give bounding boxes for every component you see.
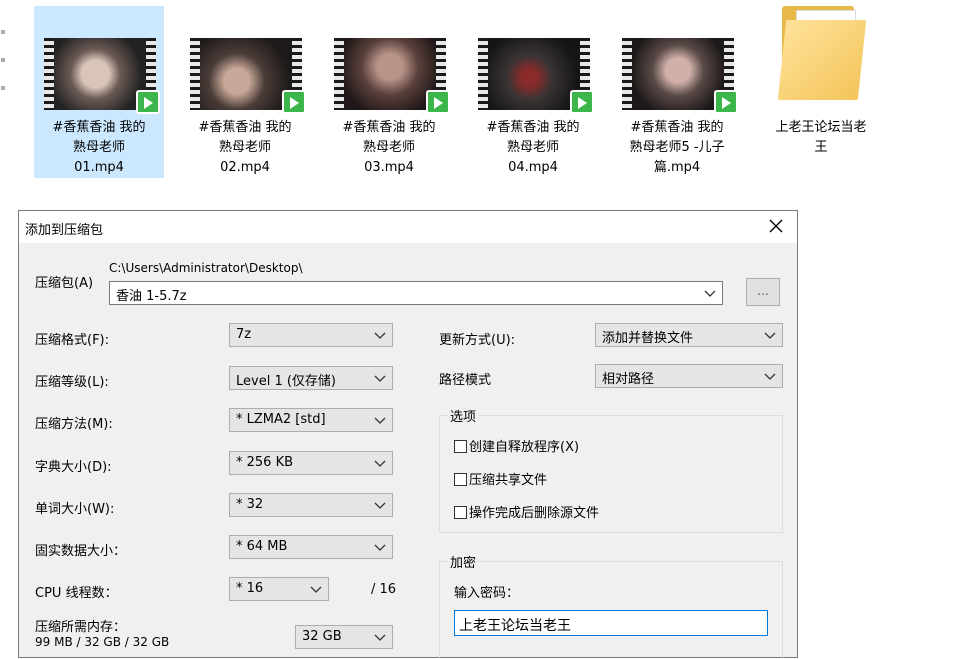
cpu-threads-select[interactable]: * 16	[229, 577, 329, 601]
archive-name-combo[interactable]: 香油 1-5.7z	[109, 281, 723, 305]
file-name: #香蕉香油 我的 熟母老师 02.mp4	[198, 120, 292, 175]
format-select[interactable]: 7z	[229, 323, 393, 347]
dictionary-value: * 256 KB	[236, 455, 294, 470]
dialog-title: 添加到压缩包	[25, 223, 104, 238]
dictionary-select[interactable]: * 256 KB	[229, 451, 393, 475]
video-thumbnail	[478, 38, 594, 114]
chevron-down-icon	[374, 460, 386, 467]
folder-icon	[777, 6, 867, 106]
compress-shared-checkbox[interactable]: 压缩共享文件	[454, 469, 547, 488]
level-label: 压缩等级(L):	[35, 375, 109, 390]
cpu-threads-total: / 16	[371, 582, 397, 597]
file-item-video-01[interactable]: #香蕉香油 我的 熟母老师 01.mp4	[34, 6, 164, 178]
level-value: Level 1 (仅存储)	[236, 374, 336, 389]
browse-button[interactable]: ...	[746, 278, 780, 306]
chevron-down-icon	[374, 502, 386, 509]
dialog-titlebar: 添加到压缩包	[19, 211, 797, 243]
chevron-down-icon	[764, 332, 776, 339]
password-input[interactable]: 上老王论坛当老王	[454, 610, 768, 636]
options-title: 选项	[448, 406, 479, 425]
memory-limit-value: 32 GB	[302, 629, 342, 644]
create-sfx-checkbox[interactable]: 创建自释放程序(X)	[454, 436, 579, 455]
delete-after-label: 操作完成后删除源文件	[469, 506, 600, 521]
delete-after-checkbox[interactable]: 操作完成后删除源文件	[454, 502, 599, 521]
word-size-select[interactable]: * 32	[229, 493, 393, 517]
video-thumbnail	[334, 38, 450, 114]
file-name: #香蕉香油 我的 熟母老师5 -儿子 篇.mp4	[629, 120, 725, 175]
file-item-video-03[interactable]: #香蕉香油 我的 熟母老师 03.mp4	[324, 6, 454, 178]
checkbox-unchecked-icon	[454, 506, 467, 519]
level-select[interactable]: Level 1 (仅存储)	[229, 366, 393, 390]
file-explorer: #香蕉香油 我的 熟母老师 01.mp4 #香蕉香油 我的 熟母老师 02.mp…	[0, 0, 960, 200]
update-mode-label: 更新方式(U):	[439, 333, 516, 348]
method-value: * LZMA2 [std]	[236, 412, 326, 427]
create-sfx-label: 创建自释放程序(X)	[469, 440, 580, 455]
format-value: 7z	[236, 327, 252, 342]
solid-size-label: 固实数据大小：	[35, 544, 127, 559]
file-item-video-05[interactable]: #香蕉香油 我的 熟母老师5 -儿子 篇.mp4	[612, 6, 742, 178]
chevron-down-icon	[374, 417, 386, 424]
word-size-label: 单词大小(W):	[35, 502, 115, 517]
file-name: #香蕉香油 我的 熟母老师 03.mp4	[342, 120, 436, 175]
encryption-title: 加密	[448, 552, 479, 571]
method-select[interactable]: * LZMA2 [std]	[229, 408, 393, 432]
chevron-down-icon	[374, 634, 386, 641]
word-size-value: * 32	[236, 497, 264, 512]
update-mode-value: 添加并替换文件	[602, 331, 694, 346]
dictionary-label: 字典大小(D):	[35, 460, 112, 475]
play-badge-icon	[714, 90, 738, 114]
video-thumbnail	[190, 38, 306, 114]
chevron-down-icon	[374, 332, 386, 339]
close-button[interactable]	[765, 215, 787, 237]
password-label: 输入密码：	[454, 586, 520, 601]
compress-shared-label: 压缩共享文件	[469, 473, 548, 488]
close-icon	[769, 219, 783, 233]
memory-limit-select[interactable]: 32 GB	[295, 625, 393, 649]
method-label: 压缩方法(M):	[35, 417, 113, 432]
cpu-threads-value: * 16	[236, 581, 264, 596]
chevron-down-icon	[374, 375, 386, 382]
update-mode-select[interactable]: 添加并替换文件	[595, 323, 783, 347]
checkbox-unchecked-icon	[454, 440, 467, 453]
path-mode-value: 相对路径	[602, 372, 655, 387]
video-thumbnail	[44, 38, 160, 114]
path-mode-select[interactable]: 相对路径	[595, 364, 783, 388]
archive-path: C:\Users\Administrator\Desktop\	[109, 261, 303, 275]
play-badge-icon	[426, 90, 450, 114]
play-badge-icon	[570, 90, 594, 114]
chevron-down-icon	[764, 373, 776, 380]
archive-name-value: 香油 1-5.7z	[116, 289, 187, 304]
play-badge-icon	[282, 90, 306, 114]
solid-size-value: * 64 MB	[236, 539, 288, 554]
folder-item[interactable]: 上老王论坛当老 王	[756, 6, 886, 178]
memory-label: 压缩所需内存：	[35, 620, 127, 635]
file-name: #香蕉香油 我的 熟母老师 01.mp4	[52, 120, 146, 175]
encryption-group: 加密 输入密码： 上老王论坛当老王	[439, 552, 783, 659]
password-value: 上老王论坛当老王	[459, 618, 571, 634]
file-item-video-02[interactable]: #香蕉香油 我的 熟母老师 02.mp4	[180, 6, 310, 178]
nav-pane-edge	[0, 30, 8, 114]
checkbox-unchecked-icon	[454, 473, 467, 486]
format-label: 压缩格式(F):	[35, 333, 110, 348]
chevron-down-icon	[704, 290, 716, 297]
options-group: 选项 创建自释放程序(X) 压缩共享文件 操作完成后删除源文件	[439, 406, 783, 533]
archive-label: 压缩包(A)	[35, 276, 94, 291]
chevron-down-icon	[310, 586, 322, 593]
chevron-down-icon	[374, 544, 386, 551]
video-thumbnail	[622, 38, 738, 114]
add-to-archive-dialog: 添加到压缩包 压缩包(A) C:\Users\Administrator\Des…	[18, 210, 798, 659]
solid-size-select[interactable]: * 64 MB	[229, 535, 393, 559]
cpu-threads-label: CPU 线程数：	[35, 586, 118, 601]
path-mode-label: 路径模式	[439, 373, 492, 388]
memory-detail: 99 MB / 32 GB / 32 GB	[35, 635, 170, 649]
file-item-video-04[interactable]: #香蕉香油 我的 熟母老师 04.mp4	[468, 6, 598, 178]
folder-name: 上老王论坛当老 王	[775, 120, 867, 155]
file-name: #香蕉香油 我的 熟母老师 04.mp4	[486, 120, 580, 175]
play-badge-icon	[136, 90, 160, 114]
